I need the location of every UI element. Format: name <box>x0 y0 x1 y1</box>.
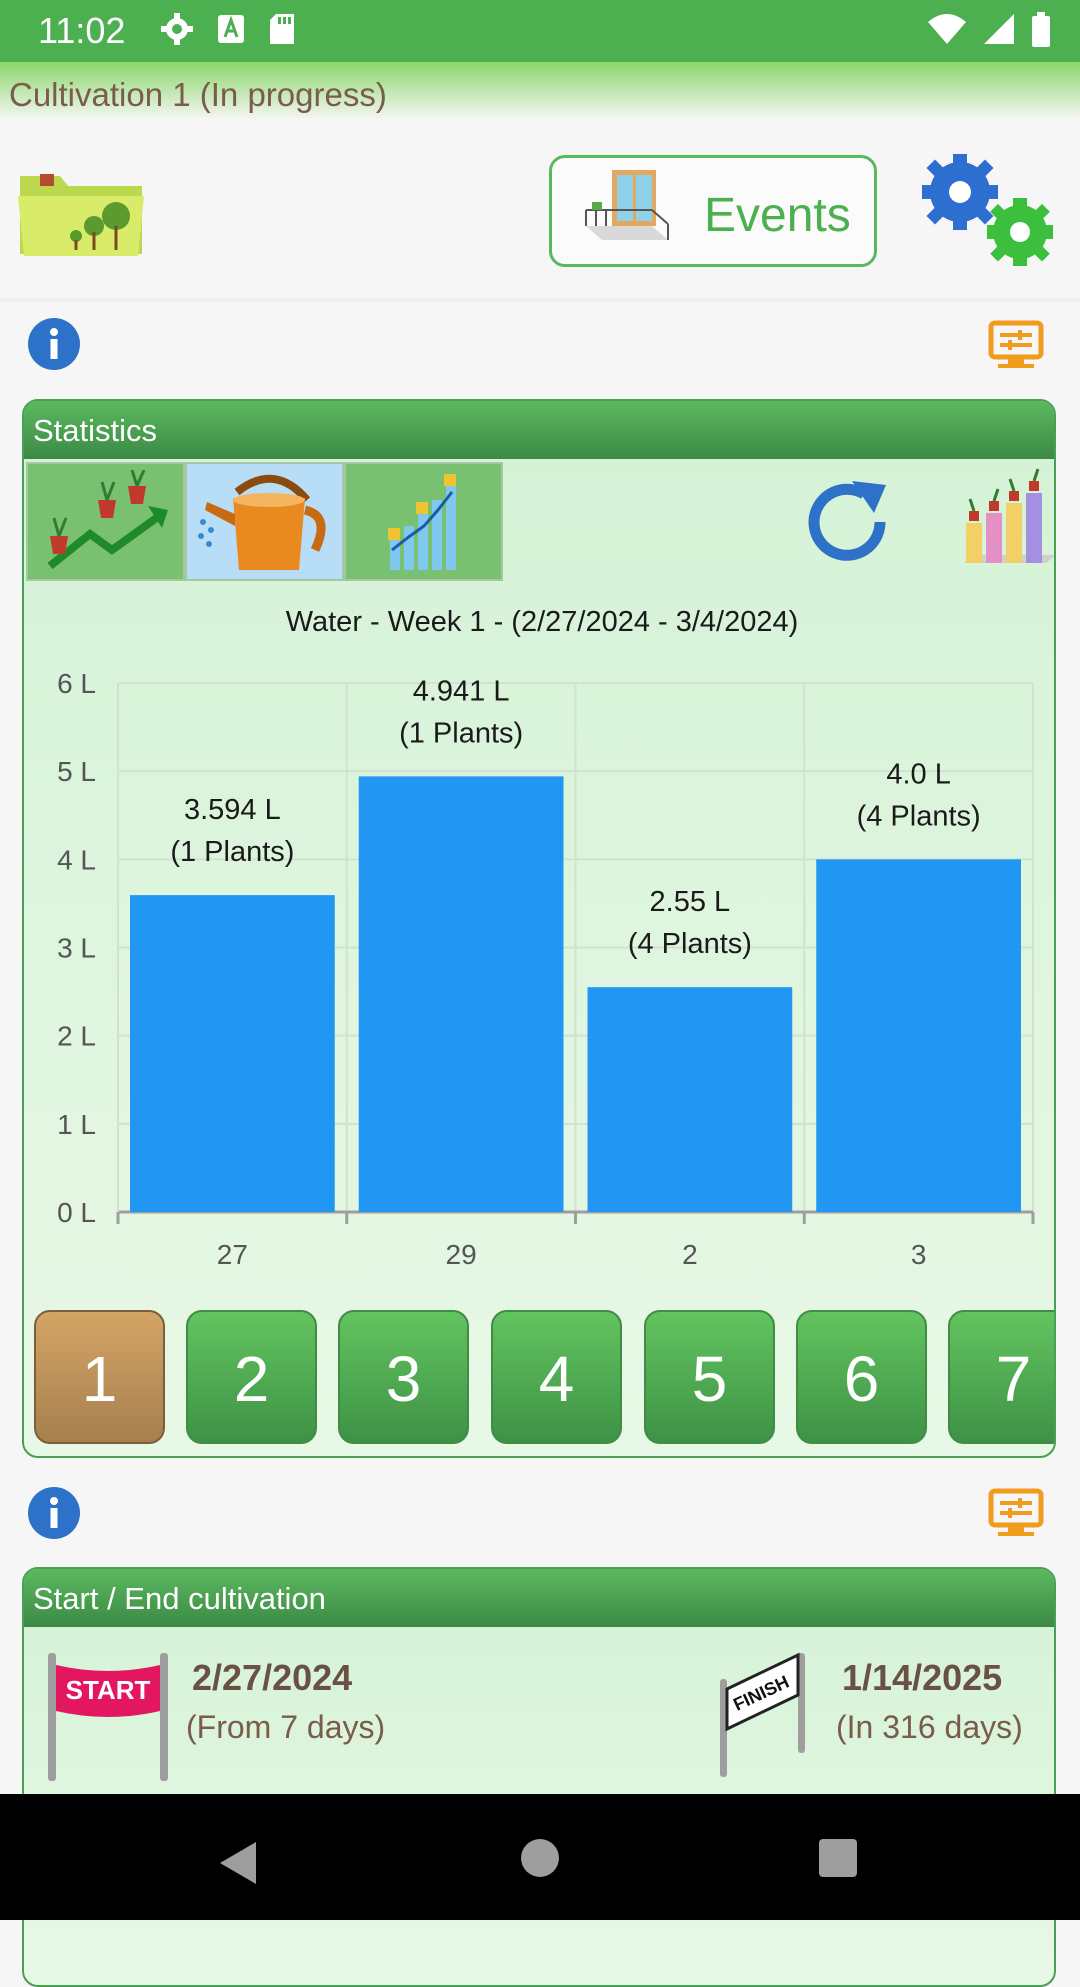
start-date: 2/27/2024 <box>192 1657 353 1698</box>
x-tick-label: 29 <box>446 1239 477 1270</box>
y-tick-label: 3 L <box>57 933 96 964</box>
status-icons-left <box>160 12 296 46</box>
week-button-6[interactable]: 6 <box>796 1310 927 1444</box>
x-tick-label: 3 <box>911 1239 927 1270</box>
title-bar: Cultivation 1 (In progress) <box>0 62 1080 120</box>
start-end-card: Start / End cultivation START 2/27/2024 … <box>22 1567 1056 1987</box>
bar-data-label: (4 Plants) <box>628 928 752 960</box>
bar-data-label: (1 Plants) <box>399 717 523 749</box>
end-sub: (In 316 days) <box>836 1709 1023 1745</box>
y-tick-label: 1 L <box>57 1109 96 1140</box>
x-tick-label: 27 <box>217 1239 248 1270</box>
start-end-card-header: Start / End cultivation <box>24 1569 1054 1627</box>
chart-bar <box>587 987 793 1212</box>
signal-icon <box>984 14 1014 44</box>
bar-data-label: (4 Plants) <box>857 800 981 832</box>
page-title: Cultivation 1 (In progress) <box>9 76 387 113</box>
y-tick-label: 6 L <box>57 668 96 699</box>
y-tick-label: 4 L <box>57 844 96 875</box>
y-tick-label: 5 L <box>57 756 96 787</box>
card-options-icon-2[interactable] <box>988 1488 1044 1538</box>
x-tick-label: 2 <box>682 1239 698 1270</box>
y-tick-label: 2 L <box>57 1021 96 1052</box>
balcony-icon <box>585 170 669 240</box>
info-icon-2[interactable] <box>27 1486 81 1540</box>
statistics-card: Statistics Water - Week 1 - (2/27/2024 -… <box>22 399 1056 1458</box>
battery-icon <box>1032 12 1050 47</box>
recents-icon[interactable] <box>818 1838 858 1878</box>
bar-data-label: 4.941 L <box>413 675 510 707</box>
info-icon[interactable] <box>27 317 81 371</box>
events-button[interactable]: Events <box>549 155 877 267</box>
start-flag-icon: START <box>48 1653 168 1781</box>
chart-bar <box>816 859 1021 1212</box>
back-icon[interactable] <box>214 1838 260 1888</box>
water-bar-chart: Water - Week 1 - (2/27/2024 - 3/4/2024) … <box>57 606 1035 1270</box>
week-button-3[interactable]: 3 <box>338 1310 469 1444</box>
status-bar: 11:02 <box>0 0 1080 62</box>
week-button-2[interactable]: 2 <box>186 1310 317 1444</box>
chart-title: Water - Week 1 - (2/27/2024 - 3/4/2024) <box>286 606 799 638</box>
week-button-7[interactable]: 7 <box>948 1310 1054 1444</box>
sd-card-icon <box>270 14 294 44</box>
card-options-icon[interactable] <box>988 320 1044 370</box>
start-flag-text: START <box>66 1675 151 1705</box>
bar-data-label: 2.55 L <box>650 886 731 918</box>
status-time: 11:02 <box>38 10 126 51</box>
chart-bar <box>130 895 335 1212</box>
week-button-5[interactable]: 5 <box>644 1310 775 1444</box>
week-button-1[interactable]: 1 <box>34 1310 165 1444</box>
week-button-4[interactable]: 4 <box>491 1310 622 1444</box>
events-label: Events <box>704 189 851 242</box>
bar-data-label: 4.0 L <box>886 758 951 790</box>
navigation-bar <box>0 1794 1080 1920</box>
status-icons-right <box>926 12 1052 48</box>
toolbar-divider <box>0 298 1080 302</box>
chart-bar <box>358 776 564 1212</box>
wifi-icon <box>928 14 966 44</box>
settings-gear-icon <box>161 13 193 45</box>
home-icon[interactable] <box>520 1838 560 1878</box>
end-date: 1/14/2025 <box>842 1657 1003 1698</box>
settings-gears-icon[interactable] <box>915 152 1060 272</box>
finish-flag-icon: FINISH <box>720 1652 805 1777</box>
y-tick-label: 0 L <box>57 1197 96 1228</box>
bar-data-label: (1 Plants) <box>170 836 294 868</box>
bar-data-label: 3.594 L <box>184 794 281 826</box>
start-sub: (From 7 days) <box>186 1709 386 1745</box>
text-a-icon <box>218 15 244 43</box>
cultivation-folder-icon[interactable] <box>16 166 146 258</box>
